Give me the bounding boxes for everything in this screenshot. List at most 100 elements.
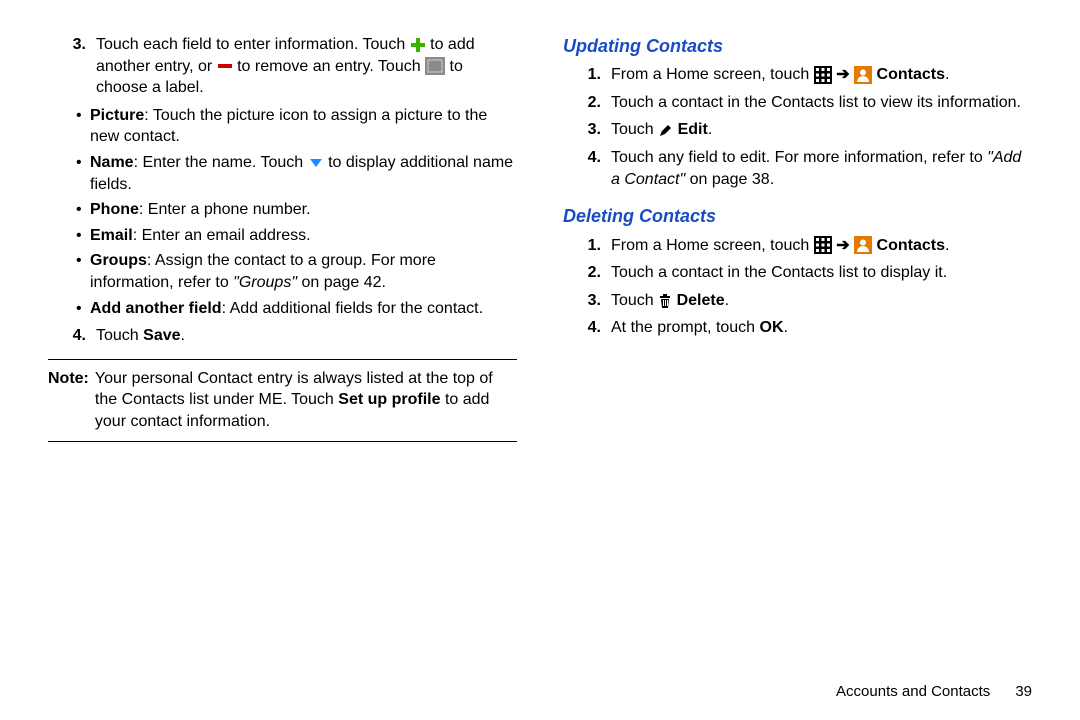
bullet-label: Groups bbox=[90, 252, 147, 269]
text: From a Home screen, touch bbox=[611, 66, 814, 83]
step-body: Touch Delete. bbox=[611, 290, 1032, 312]
page-footer: Accounts and Contacts 39 bbox=[48, 670, 1032, 720]
text: to remove an entry. Touch bbox=[237, 58, 425, 75]
step-number: 1. bbox=[563, 235, 611, 257]
step-3: 3. Touch each field to enter information… bbox=[48, 34, 517, 99]
text: Touch bbox=[96, 327, 143, 344]
bullet-body: Picture: Touch the picture icon to assig… bbox=[90, 105, 517, 148]
text: Touch bbox=[611, 121, 658, 138]
text: . bbox=[945, 66, 949, 83]
footer-section: Accounts and Contacts bbox=[836, 683, 990, 700]
heading-deleting-contacts: Deleting Contacts bbox=[563, 204, 1032, 228]
cross-reference: "Groups" bbox=[233, 274, 297, 291]
deleting-step-4: 4. At the prompt, touch OK. bbox=[563, 317, 1032, 339]
text: . bbox=[725, 292, 729, 309]
bullet-body: Groups: Assign the contact to a group. F… bbox=[90, 250, 517, 293]
bullet-phone: • Phone: Enter a phone number. bbox=[76, 199, 517, 221]
step-body: Touch any field to edit. For more inform… bbox=[611, 147, 1032, 190]
page: 3. Touch each field to enter information… bbox=[0, 0, 1080, 720]
step-4: 4. Touch Save. bbox=[48, 325, 517, 347]
contacts-icon bbox=[854, 66, 872, 84]
note: Note: Your personal Contact entry is alw… bbox=[48, 368, 517, 433]
step-body: Touch a contact in the Contacts list to … bbox=[611, 262, 1032, 284]
emphasis: Contacts bbox=[877, 66, 945, 83]
text: Touch any field to edit. For more inform… bbox=[611, 149, 987, 166]
bullet-dot: • bbox=[76, 250, 90, 293]
bullet-body: Add another field: Add additional fields… bbox=[90, 298, 483, 320]
step-body: Touch Save. bbox=[96, 325, 517, 347]
bullet-picture: • Picture: Touch the picture icon to ass… bbox=[76, 105, 517, 148]
updating-step-3: 3. Touch Edit. bbox=[563, 119, 1032, 141]
minus-icon bbox=[217, 58, 233, 74]
step-number: 3. bbox=[563, 119, 611, 141]
step-number: 2. bbox=[563, 92, 611, 114]
step-body: Touch Edit. bbox=[611, 119, 1032, 141]
emphasis: Delete bbox=[677, 292, 725, 309]
bullet-label: Email bbox=[90, 227, 133, 244]
contacts-icon bbox=[854, 236, 872, 254]
deleting-step-2: 2. Touch a contact in the Contacts list … bbox=[563, 262, 1032, 284]
bullet-dot: • bbox=[76, 152, 90, 195]
bullet-groups: • Groups: Assign the contact to a group.… bbox=[76, 250, 517, 293]
text: . bbox=[945, 237, 949, 254]
text: . bbox=[708, 121, 712, 138]
step-body: From a Home screen, touch ➔ Contacts. bbox=[611, 64, 1032, 86]
emphasis: Set up profile bbox=[338, 391, 440, 408]
bullet-body: Email: Enter an email address. bbox=[90, 225, 311, 247]
bullet-name: • Name: Enter the name. Touch to display… bbox=[76, 152, 517, 195]
step-number: 1. bbox=[563, 64, 611, 86]
deleting-step-1: 1. From a Home screen, touch ➔ Contacts. bbox=[563, 235, 1032, 257]
bullet-email: • Email: Enter an email address. bbox=[76, 225, 517, 247]
text: . bbox=[784, 319, 788, 336]
bullet-label: Name bbox=[90, 154, 134, 171]
label-box-icon bbox=[425, 57, 445, 75]
step-body: At the prompt, touch OK. bbox=[611, 317, 1032, 339]
text: Touch each field to enter information. T… bbox=[96, 36, 410, 53]
arrow-text: ➔ bbox=[836, 237, 854, 254]
text: : Enter the name. Touch bbox=[134, 154, 308, 171]
columns: 3. Touch each field to enter information… bbox=[48, 34, 1032, 670]
step-number: 3. bbox=[48, 34, 96, 99]
step-number: 4. bbox=[48, 325, 96, 347]
step-number: 4. bbox=[563, 317, 611, 339]
step-number: 4. bbox=[563, 147, 611, 190]
chevron-down-icon bbox=[308, 157, 324, 169]
bullet-add-field: • Add another field: Add additional fiel… bbox=[76, 298, 517, 320]
text: : Touch the picture icon to assign a pic… bbox=[90, 107, 487, 146]
text: on page 42. bbox=[297, 274, 386, 291]
updating-step-1: 1. From a Home screen, touch ➔ Contacts. bbox=[563, 64, 1032, 86]
bullet-dot: • bbox=[76, 298, 90, 320]
right-column: Updating Contacts 1. From a Home screen,… bbox=[563, 34, 1032, 670]
bullet-label: Phone bbox=[90, 201, 139, 218]
plus-icon bbox=[410, 37, 426, 53]
note-body: Your personal Contact entry is always li… bbox=[95, 368, 517, 433]
step-number: 3. bbox=[563, 290, 611, 312]
text: . bbox=[181, 327, 185, 344]
text: Touch bbox=[611, 292, 658, 309]
step-number: 2. bbox=[563, 262, 611, 284]
footer-page-number: 39 bbox=[1015, 683, 1032, 700]
text: : Add additional fields for the contact. bbox=[222, 300, 484, 317]
text: : Enter an email address. bbox=[133, 227, 311, 244]
text: At the prompt, touch bbox=[611, 319, 760, 336]
bullet-label: Picture bbox=[90, 107, 144, 124]
text: From a Home screen, touch bbox=[611, 237, 814, 254]
arrow-text: ➔ bbox=[836, 66, 854, 83]
note-label: Note: bbox=[48, 368, 95, 433]
bullet-body: Phone: Enter a phone number. bbox=[90, 199, 311, 221]
bullet-dot: • bbox=[76, 225, 90, 247]
updating-step-4: 4. Touch any field to edit. For more inf… bbox=[563, 147, 1032, 190]
emphasis: Contacts bbox=[877, 237, 945, 254]
bullet-body: Name: Enter the name. Touch to display a… bbox=[90, 152, 517, 195]
note-block: Note: Your personal Contact entry is alw… bbox=[48, 359, 517, 442]
emphasis: Save bbox=[143, 327, 180, 344]
apps-grid-icon bbox=[814, 236, 832, 254]
text: : Enter a phone number. bbox=[139, 201, 311, 218]
edit-pencil-icon bbox=[658, 123, 673, 138]
bullet-label: Add another field bbox=[90, 300, 222, 317]
trash-icon bbox=[658, 293, 672, 309]
left-column: 3. Touch each field to enter information… bbox=[48, 34, 517, 670]
heading-updating-contacts: Updating Contacts bbox=[563, 34, 1032, 58]
emphasis: OK bbox=[760, 319, 784, 336]
apps-grid-icon bbox=[814, 66, 832, 84]
